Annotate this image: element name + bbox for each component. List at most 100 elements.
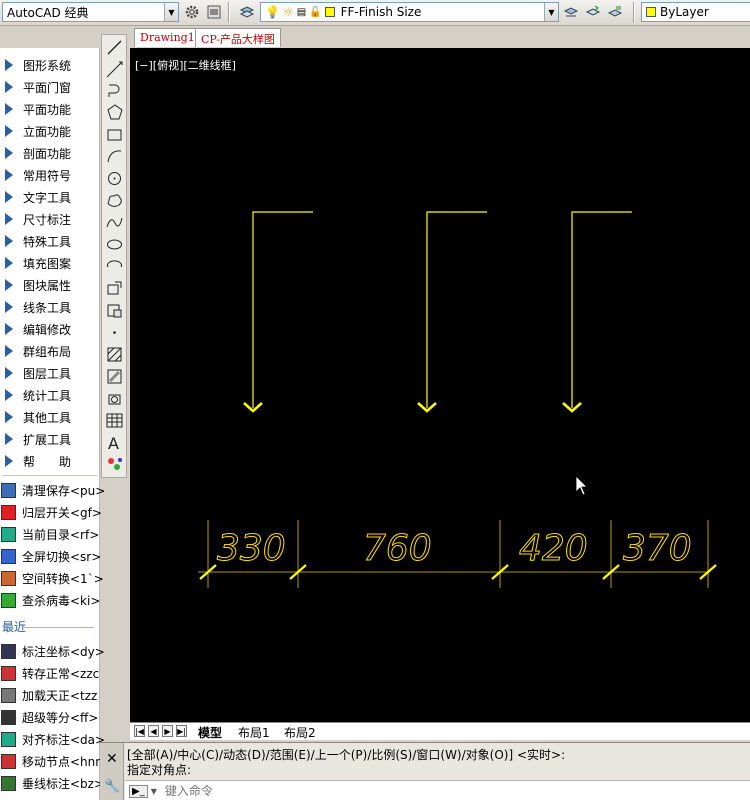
chevron-down-icon[interactable]: ▼ — [151, 787, 157, 796]
menu-item[interactable]: 平面功能 — [0, 98, 100, 120]
wrench-icon[interactable]: 🔧 — [104, 779, 120, 794]
menu-item-label: 剖面功能 — [23, 146, 72, 161]
menu-item[interactable]: 图层工具 — [0, 362, 100, 384]
insert-block-icon[interactable] — [105, 279, 124, 298]
layer-properties-icon[interactable] — [238, 3, 256, 21]
menu-item[interactable]: 常用符号 — [0, 164, 100, 186]
tool-item[interactable]: 全屏切换<sr> — [0, 545, 101, 567]
polygon-icon[interactable] — [105, 103, 124, 122]
menu-item[interactable]: 统计工具 — [0, 384, 100, 406]
hatch-icon[interactable] — [105, 345, 124, 364]
menu-item[interactable]: 填充图案 — [0, 252, 100, 274]
layer-state-icon[interactable] — [606, 3, 624, 21]
tool-item-label: 清理保存<pu> — [22, 483, 106, 498]
toolbar-separator — [228, 2, 230, 23]
menu-item[interactable]: 剖面功能 — [0, 142, 100, 164]
drawing-canvas[interactable]: [−][俯视][二维线框] 330 760 420 370 — [130, 48, 750, 722]
last-tab-button[interactable]: ▶| — [176, 725, 187, 737]
recent-item[interactable]: 加载天正<tzz — [0, 684, 100, 706]
menu-item-label: 填充图案 — [23, 256, 72, 271]
recent-item-label: 对齐标注<da> — [22, 732, 106, 747]
previous-tab-button[interactable]: ◀ — [148, 725, 159, 737]
color-select[interactable]: ByLayer — [641, 2, 750, 22]
recent-item[interactable]: 对齐标注<da> — [0, 728, 105, 750]
region-icon[interactable] — [105, 389, 124, 408]
tool-item[interactable]: 空间转换<1`> — [0, 567, 104, 589]
menu-item-label: 扩展工具 — [23, 432, 72, 447]
menu-item-label: 图层工具 — [23, 366, 72, 381]
menu-item[interactable]: 图形系统 — [0, 54, 100, 76]
menu-item[interactable]: 扩展工具 — [0, 428, 100, 450]
recent-tool-icon — [1, 753, 16, 769]
table-icon[interactable] — [105, 411, 124, 430]
recent-item[interactable]: 移动节点<hnn — [0, 750, 103, 772]
color-value: ByLayer — [660, 5, 709, 19]
menu-item[interactable]: 平面门窗 — [0, 76, 100, 98]
make-current-layer-icon[interactable] — [562, 3, 580, 21]
layer-select[interactable]: 💡 ☼ ▤ 🔓 FF-Finish Size ▼ — [260, 2, 559, 22]
gradient-icon[interactable] — [105, 367, 124, 386]
svg-text:A: A — [108, 434, 119, 452]
tool-item-label: 当前目录<rf> — [22, 527, 100, 542]
dimension-text: 330 — [217, 528, 286, 569]
recent-item[interactable]: 超级等分<ff> — [0, 706, 100, 728]
tool-item[interactable]: 查杀病毒<ki> — [0, 589, 100, 611]
menu-item[interactable]: 尺寸标注 — [0, 208, 100, 230]
ellipse-arc-icon[interactable] — [105, 257, 124, 276]
menu-item[interactable]: 其他工具 — [0, 406, 100, 428]
menu-item-label: 统计工具 — [23, 388, 72, 403]
menu-item[interactable]: 编辑修改 — [0, 318, 100, 340]
recent-item[interactable]: 垂线标注<bz> — [0, 772, 104, 794]
expand-triangle-icon — [5, 345, 13, 357]
menu-item[interactable]: 帮 助 — [0, 450, 100, 472]
menu-item[interactable]: 线条工具 — [0, 296, 100, 318]
command-input[interactable] — [164, 784, 725, 798]
workspace-value: AutoCAD 经典 — [7, 5, 89, 20]
expand-triangle-icon — [5, 169, 13, 181]
command-history-line: 指定对角点: — [127, 763, 192, 777]
spline-icon[interactable] — [105, 213, 124, 232]
line-icon[interactable] — [105, 38, 124, 57]
point-icon[interactable] — [105, 323, 124, 342]
rectangle-icon[interactable] — [105, 125, 124, 144]
menu-item[interactable]: 文字工具 — [0, 186, 100, 208]
tool-icon — [1, 570, 16, 586]
mouse-cursor — [575, 475, 588, 496]
menu-item[interactable]: 特殊工具 — [0, 230, 100, 252]
recent-item[interactable]: 转存正常<zzc — [0, 662, 100, 684]
layer-previous-icon[interactable] — [584, 3, 602, 21]
first-tab-button[interactable]: |◀ — [134, 725, 145, 737]
tab-model[interactable]: 模型 — [194, 724, 227, 740]
ellipse-icon[interactable] — [105, 235, 124, 254]
add-selected-icon[interactable] — [105, 455, 124, 474]
tool-item[interactable]: 归层开关<gf> — [0, 501, 102, 523]
workspace-settings-icon[interactable] — [205, 3, 223, 21]
layer-color-swatch — [324, 7, 335, 17]
construction-line-icon[interactable] — [105, 60, 124, 79]
arc-icon[interactable] — [105, 147, 124, 166]
make-block-icon[interactable] — [105, 301, 124, 320]
recent-item[interactable]: 标注坐标<dy> — [0, 640, 105, 662]
tab-layout1[interactable]: 布局1 — [234, 724, 274, 740]
drawing-svg: 330 760 420 370 — [198, 211, 717, 588]
polyline-icon[interactable] — [105, 81, 124, 100]
tool-item[interactable]: 当前目录<rf> — [0, 523, 100, 545]
command-prompt-icon[interactable]: ▶_ — [129, 784, 148, 798]
revision-cloud-icon[interactable] — [105, 191, 124, 210]
tab-drawing1[interactable]: Drawing1 — [134, 28, 201, 47]
menu-item[interactable]: 立面功能 — [0, 120, 100, 142]
gear-icon[interactable] — [183, 3, 201, 21]
close-icon[interactable]: ✕ — [106, 751, 118, 767]
section-arrow — [417, 211, 487, 413]
tool-item[interactable]: 清理保存<pu> — [0, 479, 105, 501]
command-window: ✕ 🔧 [全部(A)/中心(C)/动态(D)/范围(E)/上一个(P)/比例(S… — [100, 742, 750, 800]
expand-triangle-icon — [5, 411, 13, 423]
menu-item[interactable]: 图块属性 — [0, 274, 100, 296]
workspace-select[interactable]: AutoCAD 经典 ▼ — [2, 2, 179, 22]
circle-icon[interactable] — [105, 169, 124, 188]
multiline-text-icon[interactable]: A — [105, 433, 124, 453]
tab-cp-detail[interactable]: CP-产品大样图 — [195, 28, 281, 47]
next-tab-button[interactable]: ▶ — [162, 725, 173, 737]
tab-layout2[interactable]: 布局2 — [280, 724, 320, 740]
menu-item[interactable]: 群组布局 — [0, 340, 100, 362]
